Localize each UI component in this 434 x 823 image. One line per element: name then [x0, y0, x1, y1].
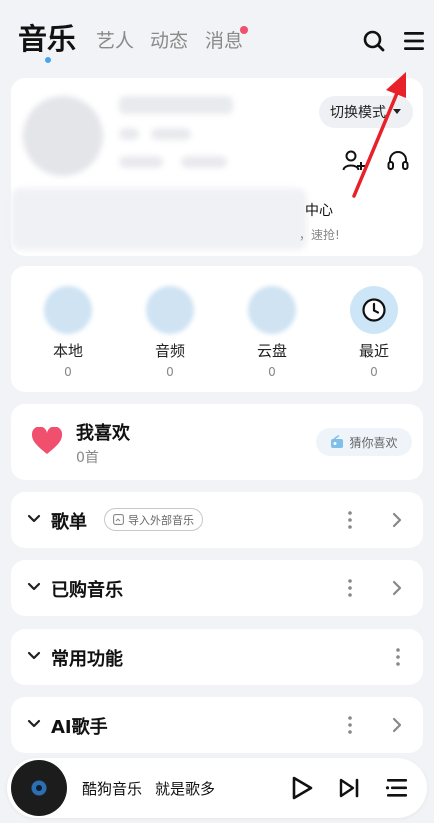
- more-vertical-icon[interactable]: [348, 511, 352, 529]
- quick-access-card: 本地 0 音频 0 云盘 0 最近 0: [11, 266, 423, 392]
- chevron-down-icon[interactable]: [27, 651, 41, 661]
- import-external-music-button[interactable]: 导入外部音乐: [104, 508, 203, 531]
- cloud-drive-count: 0: [268, 365, 276, 379]
- common-tools-section[interactable]: 常用功能: [11, 629, 423, 685]
- now-playing-artist: 就是歌多: [155, 780, 216, 798]
- messages-badge: [240, 26, 248, 34]
- menu-icon[interactable]: [402, 29, 426, 53]
- album-disc[interactable]: [11, 760, 67, 816]
- vip-center-title[interactable]: 中心: [305, 200, 333, 220]
- playlist-section[interactable]: 歌单 导入外部音乐: [11, 492, 423, 548]
- play-icon[interactable]: [290, 775, 314, 801]
- radio-icon: [331, 435, 344, 448]
- guess-you-like-button[interactable]: 猜你喜欢: [316, 428, 412, 456]
- heart-icon: [31, 426, 63, 456]
- playlist-queue-icon[interactable]: [385, 777, 409, 799]
- audio-count: 0: [166, 365, 174, 379]
- common-tools-title: 常用功能: [51, 649, 123, 670]
- tab-messages[interactable]: 消息: [205, 26, 243, 53]
- purchased-title: 已购音乐: [51, 580, 123, 601]
- now-playing-song: 酷狗音乐: [82, 780, 143, 798]
- tag-placeholder: [151, 128, 191, 140]
- local-music-count: 0: [64, 365, 72, 379]
- tab-artists[interactable]: 艺人: [96, 26, 134, 53]
- chevron-right-icon[interactable]: [392, 512, 402, 528]
- audio-entry[interactable]: 音频 0: [130, 286, 210, 379]
- annotation-arrow: [352, 72, 406, 198]
- favorites-card[interactable]: 我喜欢 0首 猜你喜欢: [11, 404, 423, 480]
- local-music-label: 本地: [52, 342, 83, 360]
- chevron-right-icon[interactable]: [392, 717, 402, 733]
- vip-banner-blur: [11, 188, 307, 250]
- recent-entry[interactable]: 最近 0: [334, 286, 414, 379]
- playlist-title: 歌单: [51, 512, 87, 533]
- more-vertical-icon[interactable]: [348, 716, 352, 734]
- fans-placeholder: [181, 156, 227, 168]
- level-placeholder: [119, 128, 139, 140]
- more-vertical-icon[interactable]: [348, 579, 352, 597]
- active-tab-indicator: [45, 57, 51, 63]
- audio-icon: [146, 286, 194, 334]
- follow-placeholder: [119, 156, 163, 168]
- tab-feed[interactable]: 动态: [150, 26, 188, 53]
- cloud-drive-label: 云盘: [256, 342, 287, 360]
- mini-player[interactable]: 酷狗音乐 就是歌多: [7, 758, 427, 818]
- chevron-down-icon[interactable]: [27, 514, 41, 524]
- username-placeholder: [119, 96, 233, 114]
- avatar[interactable]: [23, 96, 103, 176]
- favorites-title: 我喜欢: [76, 423, 130, 444]
- audio-label: 音频: [154, 342, 185, 360]
- chevron-down-icon[interactable]: [27, 719, 41, 729]
- ai-singer-section[interactable]: AI歌手: [11, 697, 423, 753]
- import-icon: [113, 514, 124, 525]
- tab-music[interactable]: 音乐: [18, 16, 76, 58]
- chevron-right-icon[interactable]: [392, 580, 402, 596]
- more-vertical-icon[interactable]: [396, 648, 400, 666]
- next-track-icon[interactable]: [338, 777, 362, 799]
- cloud-drive-entry[interactable]: 云盘 0: [232, 286, 312, 379]
- guess-you-like-label: 猜你喜欢: [349, 435, 398, 450]
- recent-label: 最近: [358, 342, 389, 360]
- import-external-music-label: 导入外部音乐: [128, 513, 194, 527]
- chevron-down-icon[interactable]: [27, 582, 41, 592]
- favorites-count: 0首: [76, 450, 99, 466]
- local-music-icon: [44, 286, 92, 334]
- purchased-section[interactable]: 已购音乐: [11, 560, 423, 616]
- search-icon[interactable]: [361, 28, 387, 54]
- disc-center: [36, 785, 42, 791]
- ai-singer-title: AI歌手: [51, 717, 108, 738]
- vip-center-subtitle: ，速抢!: [299, 228, 340, 242]
- cloud-drive-icon: [248, 286, 296, 334]
- clock-icon: [350, 286, 398, 334]
- recent-count: 0: [370, 365, 378, 379]
- local-music-entry[interactable]: 本地 0: [28, 286, 108, 379]
